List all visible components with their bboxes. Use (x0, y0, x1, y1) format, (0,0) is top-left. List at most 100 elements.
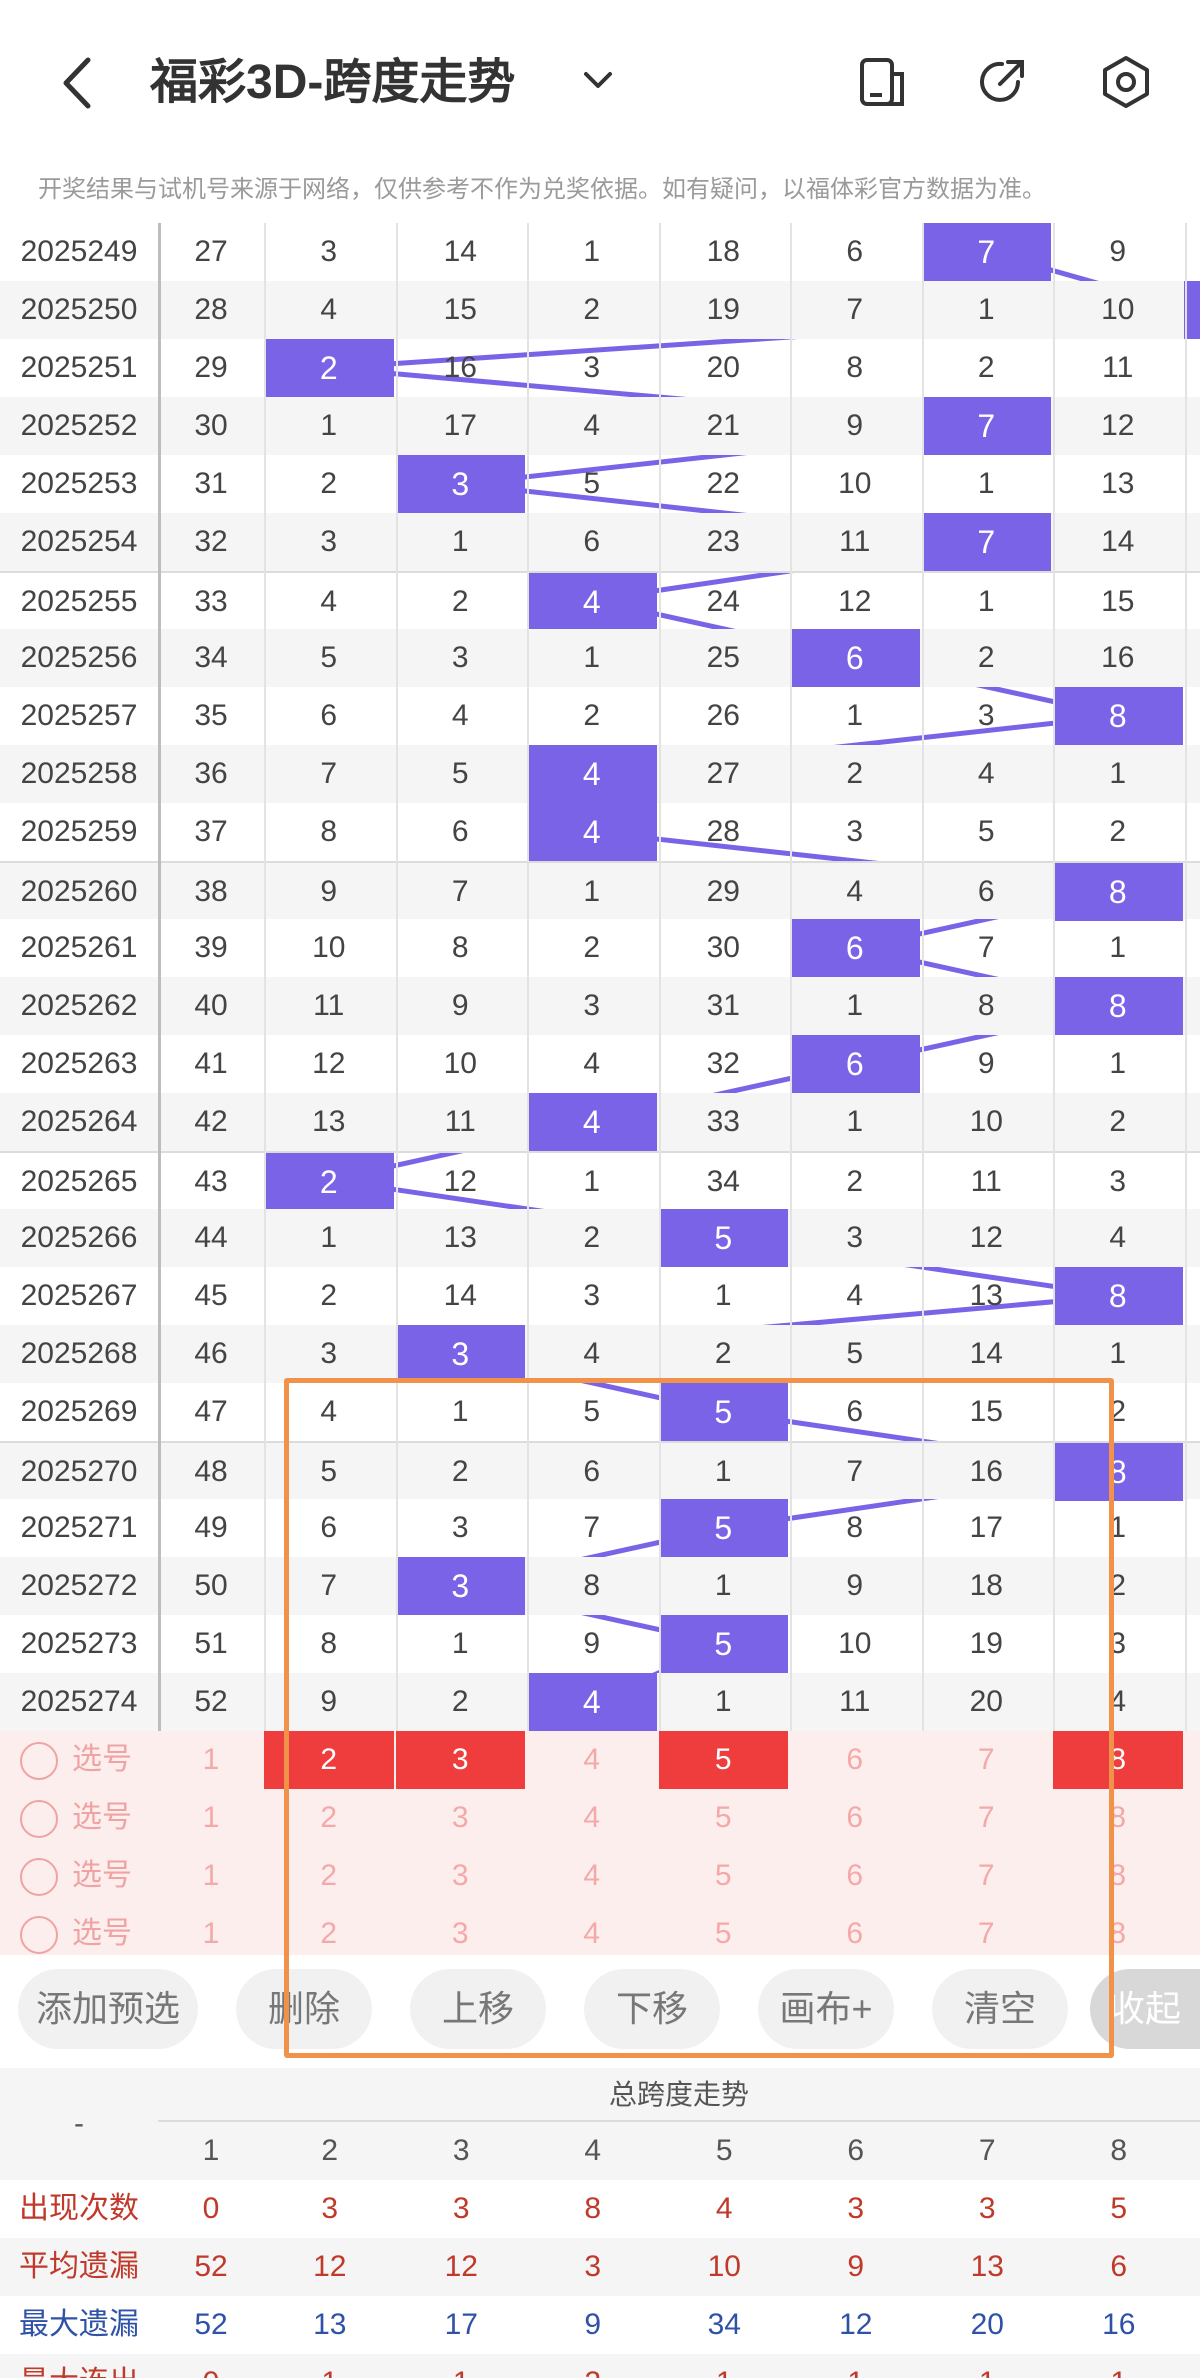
miss-count: 1 (583, 1165, 601, 1198)
miss-count: 9 (451, 989, 469, 1022)
miss-count: 3 (451, 1511, 469, 1544)
stats-row-label: 最大遗漏 (19, 2308, 139, 2341)
pick-number[interactable]: 2 (264, 1789, 394, 1847)
pick-number[interactable]: 8 (1053, 1731, 1183, 1789)
pick-number[interactable]: 6 (790, 1789, 920, 1847)
miss-count: 1 (320, 409, 338, 442)
table-row: 2025251 29 2 16 3 20 8 2 11 (0, 339, 1200, 397)
miss-count: 1 (1109, 1511, 1127, 1544)
app-header: 福彩3D-跨度走势 (0, 0, 1200, 160)
issue-number: 2025253 (20, 467, 138, 500)
pick-number[interactable]: 3 (395, 1731, 525, 1789)
pick-number[interactable]: 1 (158, 1847, 264, 1905)
hit-ball: 4 (527, 1093, 657, 1151)
hit-ball: 7 (921, 223, 1051, 281)
pick-number[interactable]: 1 (158, 1789, 264, 1847)
table-row: 2025274 52 9 2 4 1 11 20 4 (0, 1673, 1200, 1731)
miss-count: 17 (969, 1511, 1003, 1544)
miss-count: 5 (846, 1337, 864, 1370)
stats-value: 3 (321, 2192, 339, 2225)
miss-count: 1 (714, 1685, 732, 1718)
miss-count: 1 (977, 293, 995, 326)
miss-count: 1 (714, 1455, 732, 1488)
miss-count: 10 (838, 1627, 872, 1660)
miss-count: 2 (1109, 815, 1127, 848)
table-row: 2025270 48 5 2 6 1 7 16 8 (0, 1441, 1200, 1501)
action-button[interactable]: 下移 (584, 1969, 720, 2049)
miss-count: 4 (846, 1279, 864, 1312)
miss-count: 13 (969, 1279, 1003, 1312)
pick-number[interactable]: 4 (527, 1847, 657, 1905)
grid-line (527, 223, 529, 1963)
pick-number[interactable]: 4 (527, 1731, 657, 1789)
action-button[interactable]: 删除 (236, 1969, 372, 2049)
grid-line (1184, 223, 1187, 1963)
action-button[interactable]: 画布+ (758, 1969, 894, 2049)
action-button[interactable]: 收起 (1090, 1969, 1200, 2049)
stats-row: 最大连出01121111 (0, 2354, 1200, 2378)
pick-number[interactable]: 7 (922, 1789, 1052, 1847)
miss-count: 1 (846, 989, 864, 1022)
action-button[interactable]: 清空 (932, 1969, 1068, 2049)
issue-number: 2025273 (20, 1627, 138, 1660)
share-external-icon[interactable] (972, 52, 1032, 112)
back-arrow-icon[interactable] (48, 48, 108, 118)
miss-count: 2 (320, 1279, 338, 1312)
miss-count: 1 (977, 585, 995, 618)
miss-count: 3 (846, 815, 864, 848)
pick-radio[interactable] (20, 1800, 58, 1838)
miss-count: 25 (706, 641, 740, 674)
action-button[interactable]: 上移 (410, 1969, 546, 2049)
pick-number[interactable]: 3 (396, 1789, 526, 1847)
stats-column-label: 8 (1110, 2134, 1128, 2167)
pick-number[interactable]: 3 (396, 1847, 526, 1905)
miss-count: 23 (706, 525, 740, 558)
miss-count: 6 (846, 1395, 864, 1428)
pick-radio[interactable] (20, 1916, 58, 1954)
miss-count: 10 (443, 1047, 477, 1080)
stats-column-label: 7 (978, 2134, 996, 2167)
issue-number: 2025255 (20, 585, 138, 618)
miss-count: 6 (320, 699, 338, 732)
pick-number[interactable]: 7 (922, 1731, 1052, 1789)
issue-number: 2025260 (20, 875, 138, 908)
miss-count: 29 (706, 875, 740, 908)
miss-count: 1 (451, 1627, 469, 1660)
pick-number[interactable]: 6 (790, 1731, 920, 1789)
miss-count: 2 (846, 757, 864, 790)
grid-line (264, 223, 266, 1963)
miss-count: 10 (838, 467, 872, 500)
pick-number[interactable]: 8 (1053, 1847, 1183, 1905)
pick-number[interactable]: 1 (158, 1731, 264, 1789)
pick-number[interactable]: 8 (1053, 1789, 1183, 1847)
pick-number[interactable]: 7 (922, 1847, 1052, 1905)
pick-number[interactable]: 6 (790, 1847, 920, 1905)
chevron-down-icon[interactable] (578, 60, 618, 100)
pick-radio[interactable] (20, 1742, 58, 1780)
grid-line (790, 223, 792, 1963)
table-row: 2025256 34 5 3 1 25 6 2 16 (0, 629, 1200, 687)
pick-number[interactable]: 2 (264, 1847, 394, 1905)
pick-number[interactable]: 5 (658, 1731, 788, 1789)
miss-count: 7 (977, 931, 995, 964)
pick-number[interactable]: 2 (264, 1731, 394, 1789)
pick-radio[interactable] (20, 1858, 58, 1896)
stats-value: 5 (1110, 2192, 1128, 2225)
pick-number[interactable]: 4 (527, 1789, 657, 1847)
miss-count: 10 (969, 1105, 1003, 1138)
device-layout-icon[interactable] (852, 52, 912, 112)
pick-number[interactable]: 5 (659, 1789, 789, 1847)
miss-count: 1 (977, 467, 995, 500)
action-button[interactable]: 添加预选 (18, 1969, 198, 2049)
miss-count: 4 (846, 875, 864, 908)
miss-count: 9 (1109, 235, 1127, 268)
stats-row: 最大遗漏 52 13 17 9 34 12 20 16 (0, 2296, 1200, 2354)
page-title[interactable]: 福彩3D-跨度走势 (150, 48, 515, 118)
settings-icon[interactable] (1096, 52, 1156, 112)
miss-count: 2 (846, 1165, 864, 1198)
stats-value: 52 (194, 2308, 228, 2341)
miss-count: 5 (320, 641, 338, 674)
pick-number[interactable]: 5 (659, 1847, 789, 1905)
table-row: 2025271 49 6 3 7 5 8 17 1 (0, 1499, 1200, 1557)
hit-ball: 4 (527, 573, 657, 631)
